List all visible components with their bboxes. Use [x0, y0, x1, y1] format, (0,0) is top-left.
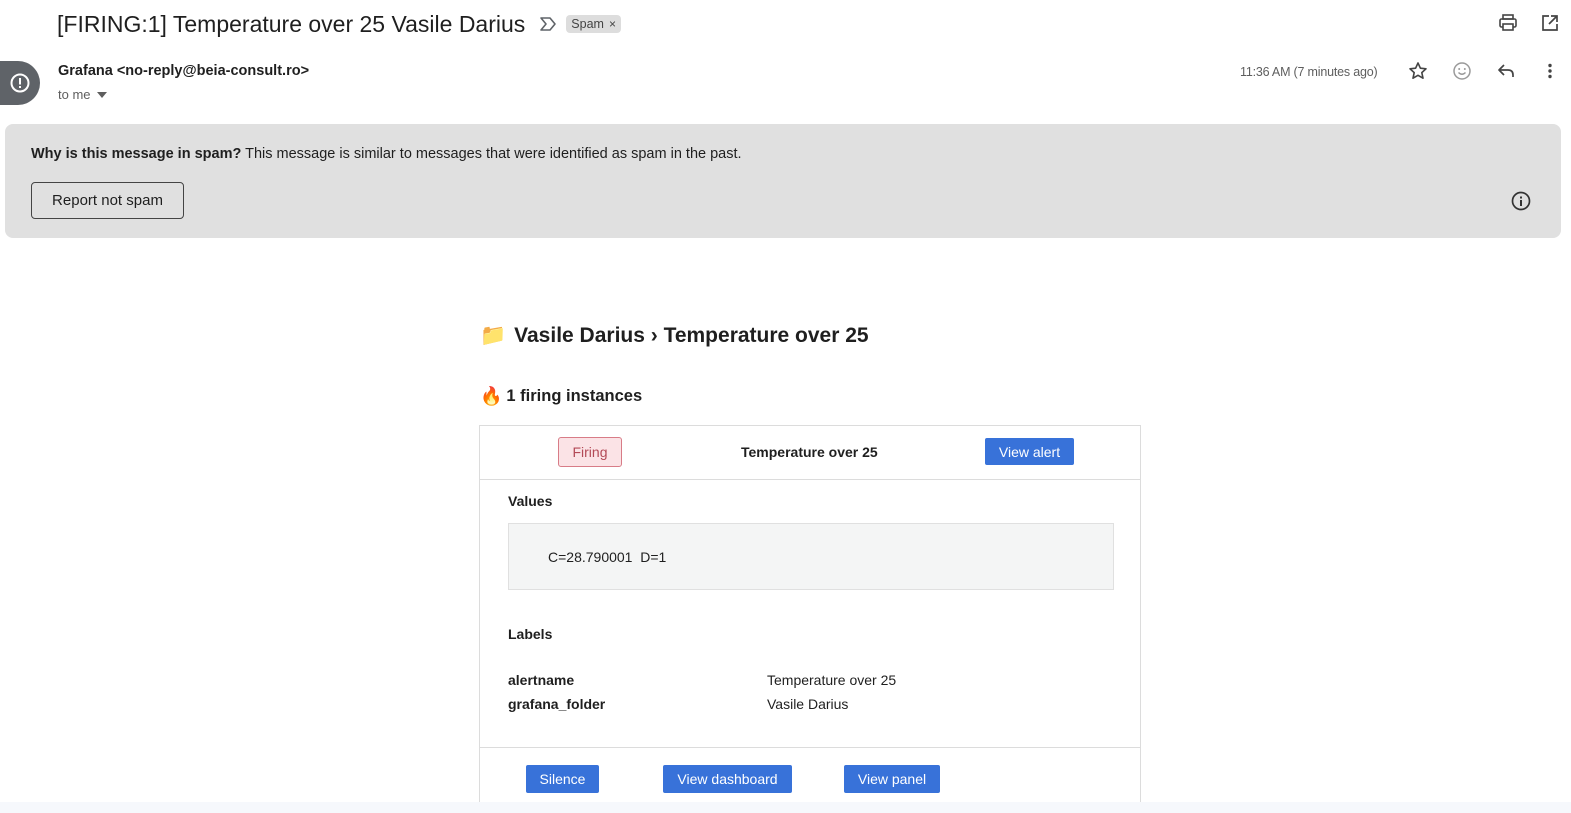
remove-label-icon[interactable]: ×: [609, 17, 616, 31]
values-text: C=28.790001 D=1: [548, 549, 667, 565]
view-alert-button[interactable]: View alert: [985, 438, 1074, 465]
firing-instances-heading: 🔥 1 firing instances: [480, 386, 642, 407]
message-actions: [1407, 60, 1561, 82]
star-icon[interactable]: [1407, 60, 1429, 82]
more-vert-icon[interactable]: [1539, 60, 1561, 82]
alert-instance-card: Firing Temperature over 25 View alert Va…: [479, 425, 1141, 813]
firing-count-text: 1 firing instances: [506, 387, 643, 405]
recipient-text: to me: [58, 87, 91, 102]
importance-marker-icon[interactable]: [538, 15, 558, 33]
label-value: Vasile Darius: [767, 696, 849, 712]
recipient-details-toggle[interactable]: to me: [58, 87, 107, 102]
spam-label-text: Spam: [571, 17, 604, 31]
view-panel-button[interactable]: View panel: [844, 765, 940, 793]
fire-icon: 🔥: [480, 386, 503, 406]
reply-icon[interactable]: [1495, 60, 1517, 82]
open-in-new-window-icon[interactable]: [1539, 12, 1561, 34]
spam-question: Why is this message in spam?: [31, 146, 242, 162]
firing-status-badge: Firing: [558, 437, 622, 467]
label-key: grafana_folder: [508, 696, 606, 712]
email-subject: [FIRING:1] Temperature over 25 Vasile Da…: [57, 10, 526, 37]
alert-rule-title: 📁 Vasile Darius › Temperature over 25: [480, 324, 869, 348]
label-value: Temperature over 25: [767, 672, 897, 688]
page-bottom-strip: [0, 802, 1571, 813]
sender-avatar[interactable]: [0, 61, 40, 105]
print-icon[interactable]: [1497, 12, 1519, 34]
sender-name[interactable]: Grafana <no-reply@beia-consult.ro>: [58, 63, 309, 79]
label-key: alertname: [508, 672, 575, 688]
report-not-spam-button[interactable]: Report not spam: [31, 182, 184, 219]
silence-button[interactable]: Silence: [526, 765, 599, 793]
email-view: [FIRING:1] Temperature over 25 Vasile Da…: [0, 0, 1571, 813]
spam-label-chip[interactable]: Spam ×: [566, 15, 621, 33]
subject-row: [FIRING:1] Temperature over 25 Vasile Da…: [57, 8, 621, 40]
values-heading: Values: [508, 493, 553, 509]
labels-heading: Labels: [508, 626, 553, 642]
folder-icon: 📁: [480, 324, 507, 347]
top-actions: [1497, 12, 1561, 34]
spam-explanation: This message is similar to messages that…: [241, 146, 742, 162]
chevron-down-icon: [96, 91, 107, 98]
alert-card-header: Firing Temperature over 25 View alert: [480, 426, 1140, 480]
view-dashboard-button[interactable]: View dashboard: [663, 765, 792, 793]
spam-warning-banner: Why is this message in spam? This messag…: [5, 124, 1561, 238]
warning-circle-icon: [10, 73, 30, 93]
spam-reason: Why is this message in spam? This messag…: [31, 146, 742, 162]
emoji-reaction-icon[interactable]: [1451, 60, 1473, 82]
values-box: C=28.790001 D=1: [508, 523, 1114, 590]
message-timestamp: 11:36 AM (7 minutes ago): [1240, 65, 1378, 79]
info-icon[interactable]: [1510, 190, 1532, 212]
alert-rule-title-text: Vasile Darius › Temperature over 25: [514, 324, 869, 347]
alert-name: Temperature over 25: [741, 444, 878, 460]
